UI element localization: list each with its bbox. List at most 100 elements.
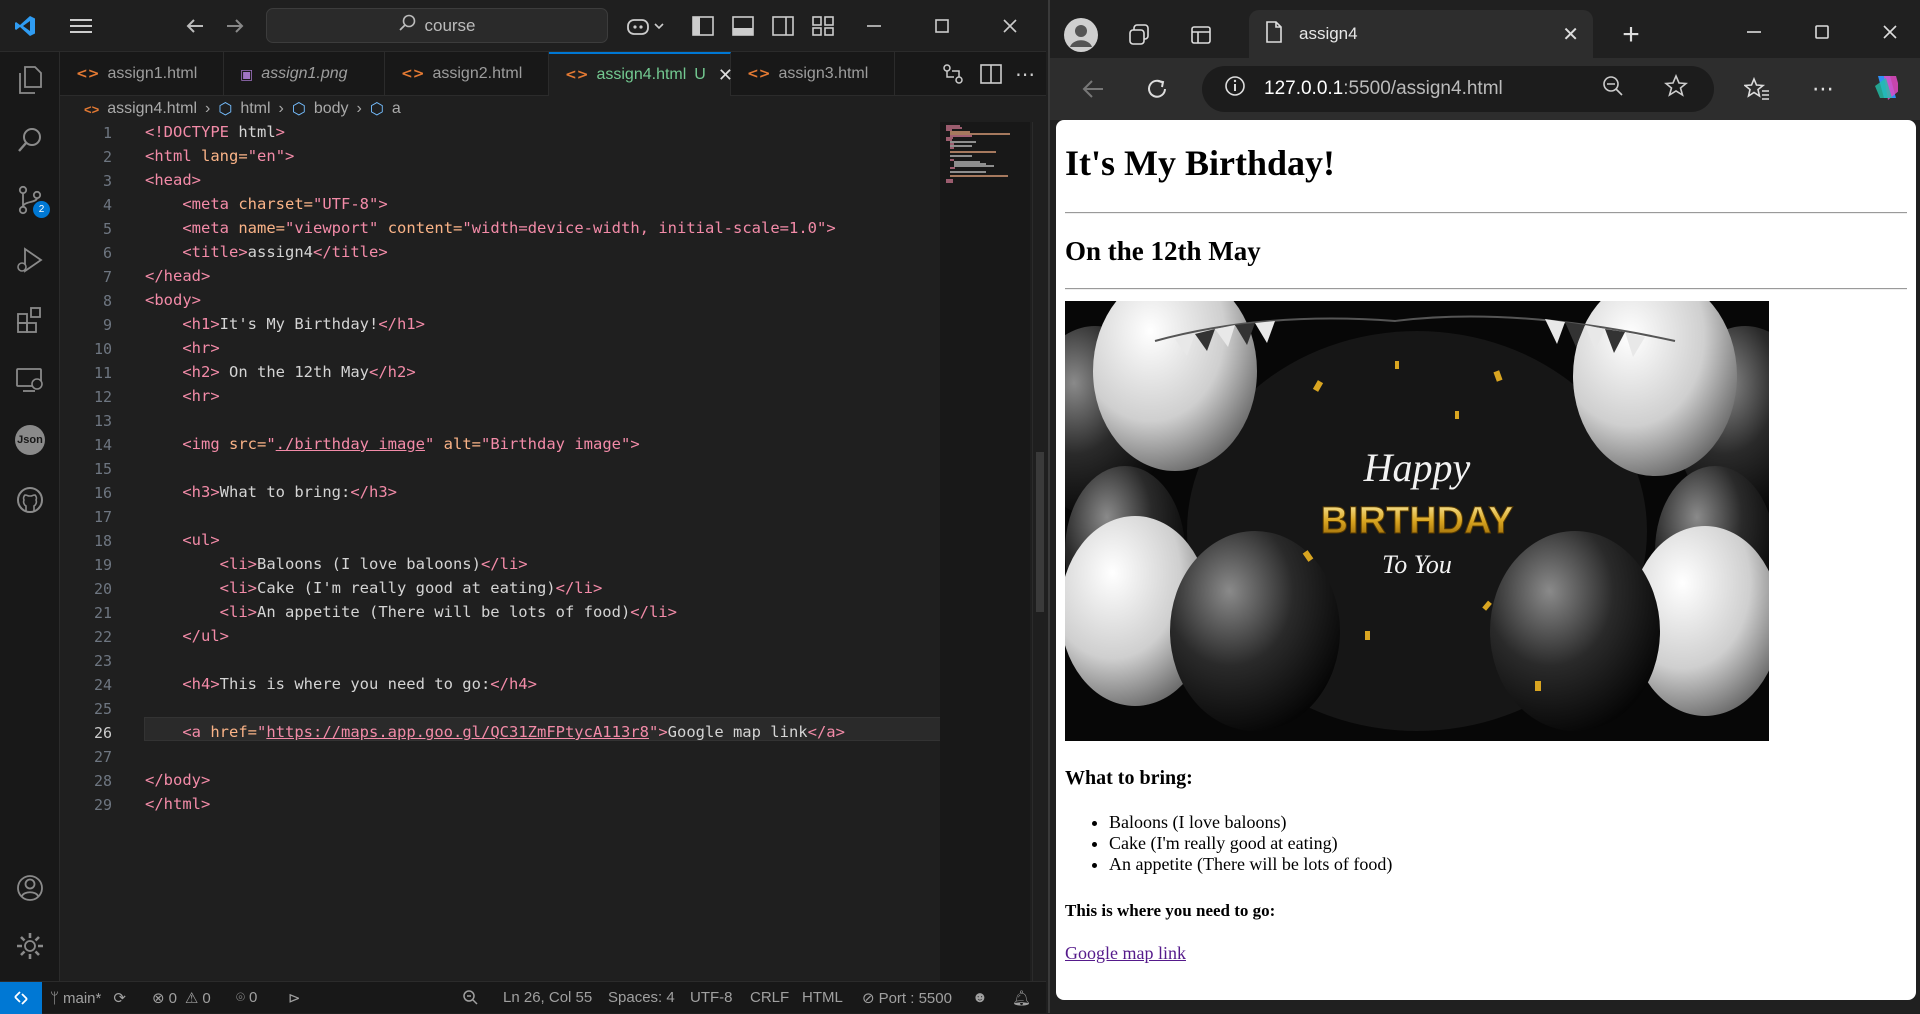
- tab-assign1-png[interactable]: ▣ assign1.png: [224, 52, 385, 96]
- code-line[interactable]: <h3>What to bring:</h3>: [145, 483, 397, 501]
- code-line[interactable]: <meta charset="UTF-8">: [145, 195, 387, 213]
- search-icon[interactable]: [12, 122, 48, 158]
- code-line[interactable]: <meta name="viewport" content="width=dev…: [145, 219, 835, 237]
- back-arrow-icon[interactable]: [1080, 76, 1106, 102]
- editor-scrollbar[interactable]: [1032, 122, 1046, 981]
- copilot-status-icon[interactable]: ☻: [972, 989, 988, 1006]
- code-line[interactable]: </html>: [145, 795, 210, 813]
- code-line[interactable]: <head>: [145, 171, 201, 189]
- site-info-icon[interactable]: [1224, 75, 1246, 103]
- minimap[interactable]: [940, 122, 1030, 981]
- accounts-icon[interactable]: [12, 870, 48, 906]
- tab-assign2-html[interactable]: <> assign2.html: [385, 52, 549, 96]
- code-line[interactable]: <title>assign4</title>: [145, 243, 387, 261]
- menu-icon[interactable]: [68, 13, 94, 39]
- split-editor-icon[interactable]: [978, 61, 1004, 87]
- toggle-primary-sidebar-icon[interactable]: [690, 13, 716, 39]
- code-line[interactable]: <hr>: [145, 387, 219, 405]
- toggle-secondary-sidebar-icon[interactable]: [770, 13, 796, 39]
- refresh-icon[interactable]: [1144, 76, 1170, 102]
- forward-arrow-icon[interactable]: [222, 13, 248, 39]
- favorites-icon[interactable]: [1744, 76, 1770, 102]
- line-number: 23: [93, 652, 112, 670]
- google-map-link[interactable]: Google map link: [1065, 943, 1186, 964]
- settings-more-icon[interactable]: ⋯: [1810, 76, 1836, 102]
- live-server-port[interactable]: ⊘ Port : 5500: [862, 989, 952, 1008]
- tab-actions-icon[interactable]: [1188, 22, 1214, 48]
- tab-assign1-html[interactable]: <> assign1.html: [60, 52, 224, 96]
- workspaces-icon[interactable]: [1126, 22, 1152, 48]
- zoom-icon[interactable]: [1602, 75, 1624, 103]
- customize-layout-icon[interactable]: [810, 13, 836, 39]
- code-line[interactable]: <li>An appetite (There will be lots of f…: [145, 603, 677, 621]
- code-line[interactable]: <li>Baloons (I love baloons)</li>: [145, 555, 528, 573]
- code-line[interactable]: <h1>It's My Birthday!</h1>: [145, 315, 425, 333]
- tab-assign3-html[interactable]: <> assign3.html: [731, 52, 895, 96]
- page-scrollbar[interactable]: [1916, 120, 1920, 1000]
- code-line[interactable]: <li>Cake (I'm really good at eating)</li…: [145, 579, 603, 597]
- image-birthday-text: BIRTHDAY: [1321, 500, 1514, 542]
- what-to-bring-heading: What to bring:: [1065, 767, 1193, 789]
- close-tab-icon[interactable]: ✕: [1562, 22, 1579, 47]
- github-icon[interactable]: [12, 482, 48, 518]
- minimize-icon[interactable]: [1740, 18, 1768, 46]
- profile-avatar[interactable]: [1064, 18, 1098, 52]
- source-control-icon[interactable]: 2: [12, 182, 50, 218]
- code-line[interactable]: <html lang="en">: [145, 147, 294, 165]
- code-line[interactable]: <body>: [145, 291, 201, 309]
- maximize-icon[interactable]: [1808, 18, 1836, 46]
- cursor-position[interactable]: Ln 26, Col 55: [503, 989, 592, 1006]
- encoding[interactable]: UTF-8: [690, 989, 733, 1006]
- code-line[interactable]: <h4>This is where you need to go:</h4>: [145, 675, 537, 693]
- settings-gear-icon[interactable]: [12, 928, 48, 964]
- more-actions-icon[interactable]: ⋯: [1012, 61, 1038, 87]
- code-line[interactable]: <!DOCTYPE html>: [145, 123, 285, 141]
- copilot-icon[interactable]: [624, 13, 668, 39]
- port-label: Port : 5500: [878, 989, 952, 1007]
- code-line[interactable]: <ul>: [145, 531, 219, 549]
- extensions-icon[interactable]: [12, 302, 48, 338]
- code-line[interactable]: <img src="./birthday image" alt="Birthda…: [145, 435, 639, 453]
- code-line[interactable]: </ul>: [145, 627, 229, 645]
- maximize-icon[interactable]: [928, 12, 956, 40]
- zoom-icon[interactable]: [462, 989, 478, 1005]
- breadcrumb-a[interactable]: a: [392, 100, 401, 118]
- run-icon[interactable]: ⊳: [288, 989, 301, 1007]
- line-number: 26: [93, 724, 112, 742]
- command-center-search[interactable]: course: [266, 8, 608, 43]
- close-icon[interactable]: [1876, 18, 1904, 46]
- line-endings[interactable]: CRLF: [750, 989, 789, 1006]
- address-bar[interactable]: 127.0.0.1:5500/assign4.html: [1202, 66, 1714, 112]
- breadcrumb-body[interactable]: body: [314, 100, 349, 118]
- code-line[interactable]: <a href="https://maps.app.goo.gl/QC31ZmF…: [145, 723, 845, 741]
- explorer-icon[interactable]: [12, 62, 48, 98]
- json-icon[interactable]: Json: [12, 422, 48, 458]
- remote-indicator-icon[interactable]: [0, 982, 42, 1014]
- code-line[interactable]: <h2> On the 12th May</h2>: [145, 363, 415, 381]
- notifications-icon[interactable]: 🔔︎: [1012, 989, 1031, 1007]
- open-changes-icon[interactable]: [940, 61, 966, 87]
- remote-explorer-icon[interactable]: [12, 362, 48, 398]
- branch-status[interactable]: ᛘ main* ⟳: [50, 989, 126, 1008]
- breadcrumb-file[interactable]: assign4.html: [107, 100, 197, 118]
- indentation[interactable]: Spaces: 4: [608, 989, 675, 1006]
- toggle-panel-icon[interactable]: [730, 13, 756, 39]
- copilot-icon[interactable]: [1872, 74, 1898, 100]
- breadcrumb-html[interactable]: html: [240, 100, 270, 118]
- problems-status[interactable]: ⊗ 0 ⚠ 0: [152, 989, 211, 1008]
- close-icon[interactable]: [996, 12, 1024, 40]
- minimize-icon[interactable]: [860, 12, 888, 40]
- language-mode[interactable]: HTML: [802, 989, 843, 1006]
- favorite-star-icon[interactable]: [1663, 73, 1689, 104]
- ports-status[interactable]: ⌾ 0: [236, 989, 257, 1006]
- browser-tab-assign4[interactable]: assign4 ✕: [1249, 10, 1593, 58]
- code-editor[interactable]: 1 2 3 4 5 6 7 8 9 10 11 12 13 14 15 16 17 18 19 20 21 22 23 24 2…: [60, 122, 954, 981]
- code-line[interactable]: </head>: [145, 267, 210, 285]
- tab-assign4-html[interactable]: <> assign4.html U ✕: [549, 52, 733, 96]
- code-line[interactable]: </body>: [145, 771, 210, 789]
- new-tab-icon[interactable]: +: [1618, 18, 1644, 51]
- code-line[interactable]: <hr>: [145, 339, 219, 357]
- run-debug-icon[interactable]: [12, 242, 48, 278]
- back-arrow-icon[interactable]: [182, 13, 208, 39]
- title-bar: course: [0, 0, 1046, 52]
